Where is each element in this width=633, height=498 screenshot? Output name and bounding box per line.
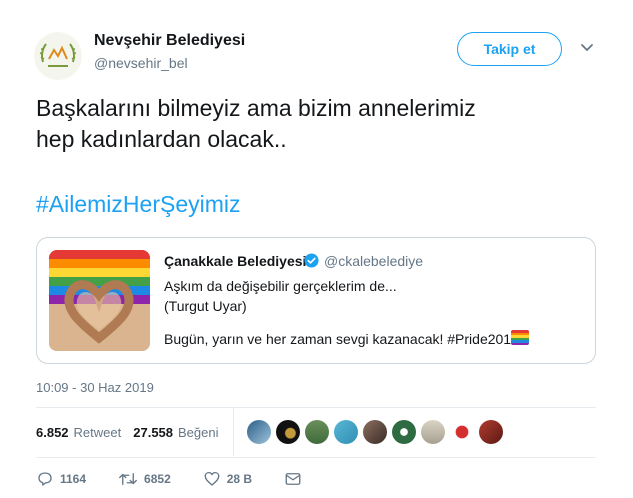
quoted-text-line: Bugün, yarın ve her zaman sevgi kazanaca… <box>164 331 519 347</box>
retweet-label: Retweet <box>73 425 122 440</box>
direct-message-button[interactable] <box>284 470 308 488</box>
retweet-button[interactable]: 6852 <box>118 470 171 488</box>
retweet-icon <box>119 473 137 485</box>
quoted-text-line: (Turgut Uyar) <box>164 298 247 314</box>
quoted-tweet-image[interactable] <box>49 250 150 351</box>
author-avatar[interactable] <box>34 32 82 80</box>
tweet-header: Nevşehir Belediyesi @nevsehir_bel Takip … <box>30 28 610 80</box>
retweet-count: 6.852 <box>36 425 69 440</box>
reply-button[interactable]: 1164 <box>36 470 86 488</box>
verified-badge-icon <box>304 253 319 268</box>
tweet-actions: 1164 6852 28 B <box>36 470 340 488</box>
follow-button[interactable]: Takip et <box>457 32 562 66</box>
liker-avatar[interactable] <box>247 420 271 444</box>
like-count-action: 28 B <box>226 472 253 486</box>
quoted-author-handle[interactable]: @ckalebelediye <box>324 253 423 269</box>
heart-icon <box>204 471 220 486</box>
tweet-stats: 6.852 Retweet 27.558 Beğeni <box>36 425 231 440</box>
envelope-icon <box>285 473 301 485</box>
like-stat[interactable]: 27.558 Beğeni <box>133 425 218 440</box>
liker-avatar[interactable] <box>305 420 329 444</box>
chevron-down-icon[interactable] <box>579 40 595 56</box>
like-count: 27.558 <box>133 425 174 440</box>
quoted-tweet[interactable]: Çanakkale Belediyesi @ckalebelediye Aşkı… <box>36 237 596 364</box>
tweet-text-line: Başkalarını bilmeyiz ama bizim annelerim… <box>36 95 476 121</box>
liker-avatar[interactable] <box>392 420 416 444</box>
like-button[interactable]: 28 B <box>203 470 252 488</box>
like-label: Beğeni <box>178 425 219 440</box>
tweet-text: Başkalarını bilmeyiz ama bizim annelerim… <box>36 93 596 155</box>
liker-avatars <box>247 420 508 444</box>
liker-avatar[interactable] <box>479 420 503 444</box>
liker-avatar[interactable] <box>334 420 358 444</box>
reply-count: 1164 <box>60 472 87 486</box>
divider <box>36 457 596 458</box>
retweet-stat[interactable]: 6.852 Retweet <box>36 425 121 440</box>
tweet-text-line: hep kadınlardan olacak.. <box>36 126 287 152</box>
tweet-timestamp[interactable]: 10:09 - 30 Haz 2019 <box>36 380 154 395</box>
liker-avatar[interactable] <box>363 420 387 444</box>
liker-avatar[interactable] <box>421 420 445 444</box>
quoted-author-name[interactable]: Çanakkale Belediyesi <box>164 253 306 269</box>
author-handle[interactable]: @nevsehir_bel <box>94 55 188 71</box>
hashtag-link[interactable]: #AilemizHerŞeyimiz <box>36 189 240 220</box>
liker-avatar[interactable] <box>450 420 474 444</box>
retweet-count-action: 6852 <box>144 472 171 486</box>
rainbow-flag-icon <box>511 330 529 345</box>
liker-avatar[interactable] <box>276 420 300 444</box>
quoted-text-line: Aşkım da değişebilir gerçeklerim de... <box>164 278 397 294</box>
author-name[interactable]: Nevşehir Belediyesi <box>94 32 245 50</box>
divider <box>233 408 234 456</box>
divider <box>36 407 596 408</box>
reply-icon <box>38 472 52 486</box>
